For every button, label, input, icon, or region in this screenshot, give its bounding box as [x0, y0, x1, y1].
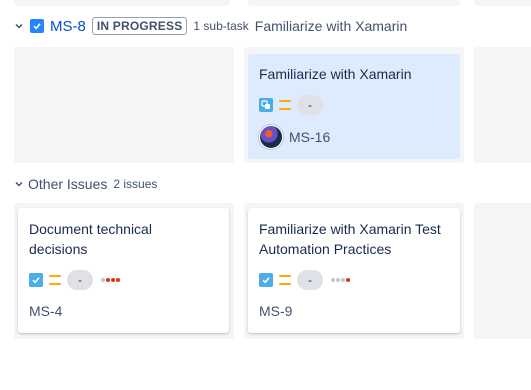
card-meta-row: - — [29, 270, 120, 290]
group-title: Other Issues — [28, 176, 108, 192]
subtask-icon — [259, 98, 273, 112]
story-points-badge: - — [297, 270, 323, 290]
issue-card[interactable]: Familiarize with Xamarin Test Automation… — [248, 208, 460, 333]
swimlane-summary: Familiarize with Xamarin — [254, 18, 408, 34]
card-meta-row: - — [259, 95, 323, 115]
priority-medium-icon — [49, 275, 61, 285]
story-points-badge: - — [67, 270, 93, 290]
status-badge: IN PROGRESS — [91, 17, 188, 35]
card-key: MS-16 — [259, 125, 330, 149]
card-title: Familiarize with Xamarin Test Automation… — [259, 219, 441, 259]
other-issues-header[interactable]: Other Issues 2 issues — [0, 174, 163, 194]
issue-count: 2 issues — [113, 177, 158, 191]
swimlane-header[interactable]: MS-8 IN PROGRESS 1 sub-task Familiarize … — [0, 16, 407, 36]
column-todo — [14, 47, 234, 163]
priority-medium-icon — [279, 275, 291, 285]
column-done — [474, 47, 531, 163]
issue-card[interactable]: Familiarize with Xamarin - MS-16 — [248, 54, 460, 159]
card-title-line: Automation Practices — [259, 241, 392, 257]
column-remnant — [14, 0, 230, 6]
progress-dots — [331, 278, 350, 282]
assignee-avatar[interactable] — [259, 125, 283, 149]
column-remnant — [474, 0, 531, 6]
card-title-line: Document technical — [29, 221, 152, 237]
progress-dots — [101, 278, 120, 282]
card-title-line: Familiarize with Xamarin Test — [259, 221, 441, 237]
card-title: Familiarize with Xamarin — [259, 66, 412, 82]
chevron-down-icon[interactable] — [14, 179, 24, 189]
column-done — [474, 203, 531, 339]
chevron-down-icon[interactable] — [14, 21, 24, 31]
priority-medium-icon — [279, 100, 291, 110]
card-key-label: MS-16 — [289, 129, 331, 145]
subtask-count: 1 sub-task — [193, 19, 249, 33]
story-points-badge: - — [297, 95, 323, 115]
card-meta-row: - — [259, 270, 350, 290]
card-key: MS-4 — [29, 303, 63, 319]
task-checkbox-icon — [29, 273, 43, 287]
column-remnant — [248, 0, 460, 6]
task-checkbox-icon — [259, 273, 273, 287]
card-key: MS-9 — [259, 303, 293, 319]
card-title-line: decisions — [29, 241, 88, 257]
task-checkbox-icon — [30, 19, 44, 33]
card-title: Document technical decisions — [29, 219, 152, 259]
issue-card[interactable]: Document technical decisions - MS-4 — [18, 208, 229, 333]
issue-key-link[interactable]: MS-8 — [50, 18, 86, 35]
